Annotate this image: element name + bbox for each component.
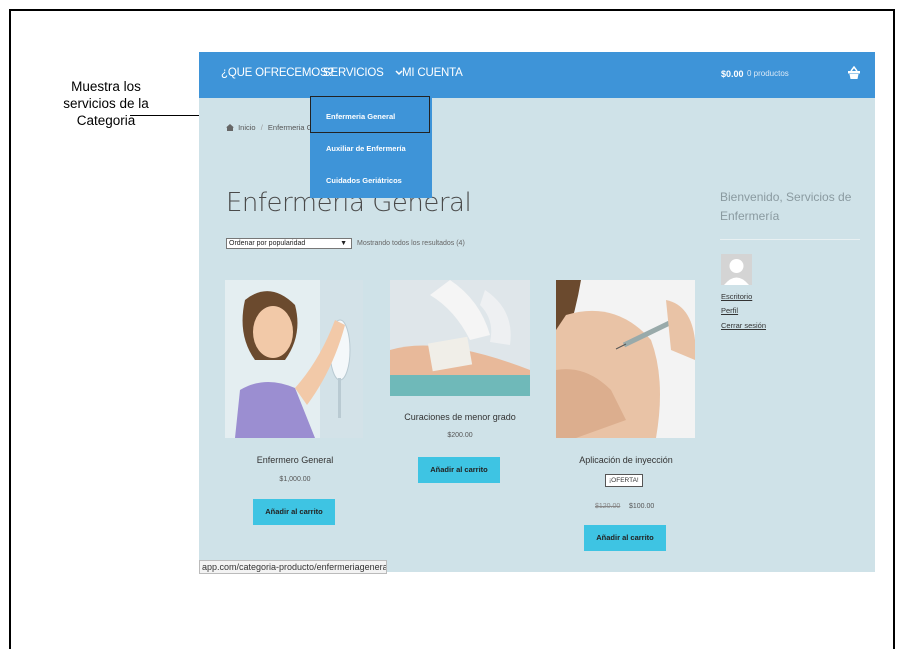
product-name[interactable]: Curaciones de menor grado <box>390 412 530 422</box>
top-navigation-bar: ¿QUE OFRECEMOS? SERVICIOS MI CUENTA $0.0… <box>199 52 875 98</box>
nav-mi-cuenta[interactable]: MI CUENTA <box>402 67 463 79</box>
wound-care-photo <box>390 280 530 396</box>
dropdown-item-auxiliar[interactable]: Auxiliar de Enfermería <box>326 144 406 153</box>
annotation-callout: Muestra los servicios de la Categoria <box>46 78 166 129</box>
product-name[interactable]: Aplicación de inyección <box>556 455 696 465</box>
result-count: Mostrando todos los resultados (4) <box>357 240 465 247</box>
product-image-inyeccion[interactable] <box>556 280 695 438</box>
dropdown-arrow-icon: ▼ <box>340 240 347 247</box>
sidebar-link-cerrar-sesion[interactable]: Cerrar sesión <box>721 321 766 330</box>
dropdown-item-cuidados-geriatricos[interactable]: Cuidados Geriátricos <box>326 176 402 185</box>
basket-icon[interactable] <box>847 66 861 80</box>
highlight-box <box>310 96 430 133</box>
avatar[interactable] <box>721 254 752 285</box>
sidebar-link-perfil[interactable]: Perfil <box>721 306 738 315</box>
sidebar-welcome: Bienvenido, Servicios de Enfermería <box>720 190 852 223</box>
cart-count[interactable]: 0 productos <box>747 69 789 78</box>
nav-que-ofrecemos[interactable]: ¿QUE OFRECEMOS? <box>221 67 334 79</box>
product-image-curaciones[interactable] <box>390 280 530 396</box>
status-bar-url: app.com/categoria-producto/enfermeriagen… <box>199 560 387 574</box>
add-to-cart-button[interactable]: Añadir al carrito <box>584 525 666 551</box>
website-screenshot: ¿QUE OFRECEMOS? SERVICIOS MI CUENTA $0.0… <box>199 52 875 572</box>
add-to-cart-button[interactable]: Añadir al carrito <box>253 499 335 525</box>
annotation-line-2: servicios de la <box>63 96 149 111</box>
sale-badge: ¡OFERTA! <box>605 474 643 487</box>
injection-photo <box>556 280 695 438</box>
nav-servicios-label: SERVICIOS <box>323 67 384 79</box>
product-image-enfermero[interactable] <box>225 280 363 438</box>
product-name[interactable]: Enfermero General <box>225 455 365 465</box>
sidebar-divider <box>720 239 860 240</box>
breadcrumb-home[interactable]: Inicio <box>238 123 256 132</box>
breadcrumb-current: Enfermeria G <box>267 123 313 132</box>
annotation-line-1: Muestra los <box>71 79 141 94</box>
home-icon <box>226 124 234 131</box>
nurse-photo <box>225 280 363 438</box>
add-to-cart-button[interactable]: Añadir al carrito <box>418 457 500 483</box>
cart-amount[interactable]: $0.00 <box>721 69 744 79</box>
product-price: $200.00 <box>447 432 473 439</box>
sort-select-value: Ordenar por popularidad <box>229 240 306 247</box>
product-price: $100.00 <box>629 503 655 510</box>
product-price: $1,000.00 <box>279 476 311 483</box>
sort-select[interactable]: Ordenar por popularidad ▼ <box>226 238 352 249</box>
nav-servicios[interactable]: SERVICIOS <box>323 67 403 79</box>
user-placeholder-icon <box>721 254 752 285</box>
sidebar-link-escritorio[interactable]: Escritorio <box>721 292 752 301</box>
breadcrumb: Inicio / Enfermeria G <box>226 123 313 132</box>
product-old-price: $120.00 <box>595 503 621 510</box>
